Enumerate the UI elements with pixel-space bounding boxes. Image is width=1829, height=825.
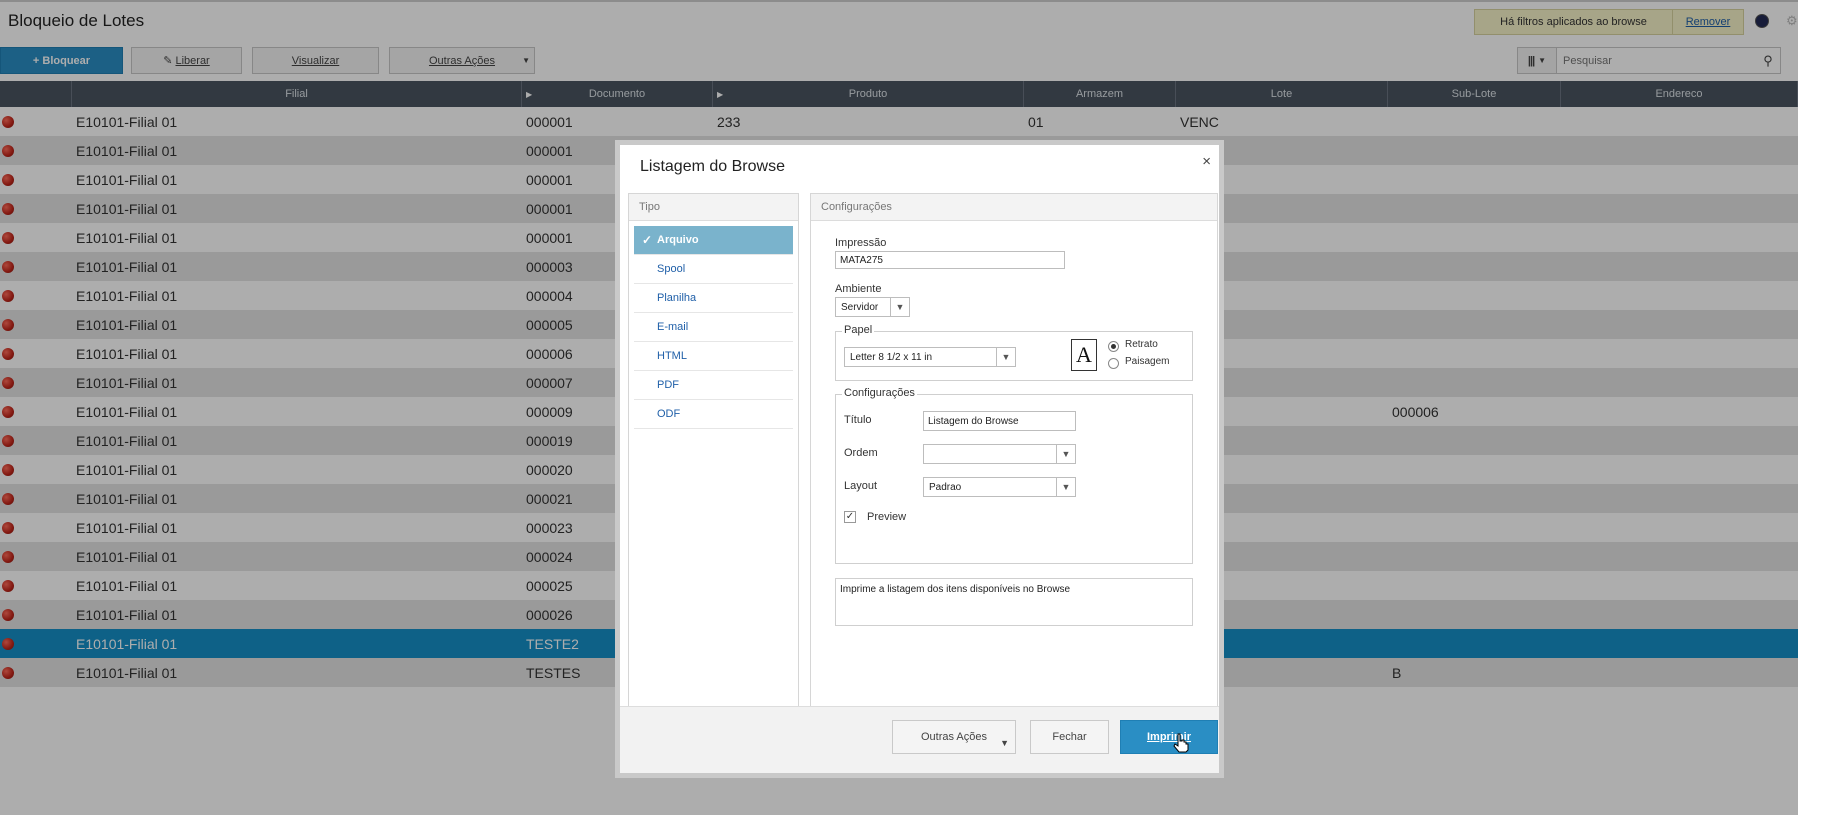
dialog-footer: Outras Ações ▼ Fechar Imprimir: [620, 706, 1219, 773]
chevron-down-icon: ▼: [1056, 445, 1075, 463]
papel-value: Letter 8 1/2 x 11 in: [850, 351, 933, 363]
tipo-item-pdf[interactable]: PDF: [634, 371, 793, 400]
layout-select[interactable]: Padrao ▼: [923, 477, 1076, 497]
preview-label: Preview: [867, 511, 907, 523]
tipo-panel: Tipo ✓ Arquivo Spool Planilha E-mail HTML PDF O…: [628, 193, 799, 715]
config-panel: Configurações Impressão MATA275 Ambiente…: [810, 193, 1218, 715]
layout-value: Padrao: [929, 481, 962, 493]
retrato-radio[interactable]: [1108, 341, 1119, 352]
tipo-item-label: Planilha: [657, 292, 697, 304]
titulo-label: Título: [844, 414, 872, 426]
retrato-label: Retrato: [1125, 339, 1158, 350]
paisagem-radio[interactable]: [1108, 358, 1119, 369]
chevron-down-icon: ▼: [1056, 478, 1075, 496]
titulo-field[interactable]: Listagem do Browse: [923, 411, 1076, 431]
paisagem-label: Paisagem: [1125, 356, 1170, 367]
ordem-label: Ordem: [844, 447, 878, 459]
papel-group: Papel Letter 8 1/2 x 11 in ▼ A Retrato P…: [835, 324, 1193, 381]
tipo-item-odf[interactable]: ODF: [634, 400, 793, 429]
ordem-select[interactable]: ▼: [923, 444, 1076, 464]
tipo-item-label: ODF: [657, 408, 681, 420]
tipo-item-planilha[interactable]: Planilha: [634, 284, 793, 313]
imprimir-button[interactable]: Imprimir: [1120, 720, 1218, 754]
tipo-item-label: Spool: [657, 263, 686, 275]
papel-legend: Papel: [842, 324, 875, 336]
configuracoes-legend: Configurações: [842, 387, 917, 399]
chevron-down-icon: ▼: [890, 298, 909, 316]
tipo-item-e-mail[interactable]: E-mail: [634, 313, 793, 342]
impressao-label: Impressão: [835, 237, 887, 249]
fechar-button[interactable]: Fechar: [1030, 720, 1109, 754]
tipo-item-arquivo[interactable]: ✓ Arquivo: [634, 226, 793, 255]
impressao-field[interactable]: MATA275: [835, 251, 1065, 269]
papel-select[interactable]: Letter 8 1/2 x 11 in ▼: [844, 347, 1016, 367]
tipo-item-label: E-mail: [657, 321, 689, 333]
configuracoes-group: Configurações Título Listagem do Browse …: [835, 387, 1193, 564]
tipo-item-label: HTML: [657, 350, 687, 362]
dialog-title: Listagem do Browse: [640, 158, 785, 175]
tipo-item-label: PDF: [657, 379, 679, 391]
config-header: Configurações: [811, 194, 1217, 221]
page-orientation-icon: A: [1071, 339, 1097, 371]
tipo-item-label: Arquivo: [657, 234, 699, 246]
app-window: Bloqueio de Lotes Há filtros aplicados a…: [0, 0, 1798, 815]
ambiente-label: Ambiente: [835, 283, 882, 295]
ambiente-value: Servidor: [841, 301, 879, 313]
tipo-item-html[interactable]: HTML: [634, 342, 793, 371]
listagem-dialog: Listagem do Browse × Tipo ✓ Arquivo Spool P…: [615, 140, 1224, 778]
close-icon[interactable]: ×: [1202, 153, 1211, 170]
chevron-down-icon: ▼: [996, 348, 1015, 366]
outras-acoes-dialog-label: Outras Ações: [920, 731, 988, 743]
tipo-item-spool[interactable]: Spool: [634, 255, 793, 284]
outras-acoes-dialog-button[interactable]: Outras Ações ▼: [892, 720, 1016, 754]
preview-checkbox[interactable]: ✓: [844, 511, 856, 523]
check-icon: ✓: [642, 233, 653, 247]
hand-cursor-icon: [1173, 733, 1189, 753]
tipo-header: Tipo: [629, 194, 798, 221]
ambiente-select[interactable]: Servidor ▼: [835, 297, 910, 317]
layout-label: Layout: [844, 480, 878, 492]
tipo-list: ✓ Arquivo Spool Planilha E-mail HTML PDF ODF: [629, 226, 798, 429]
caret-down-icon: ▼: [1000, 738, 1009, 748]
description-box: Imprime a listagem dos itens disponíveis…: [835, 578, 1193, 626]
